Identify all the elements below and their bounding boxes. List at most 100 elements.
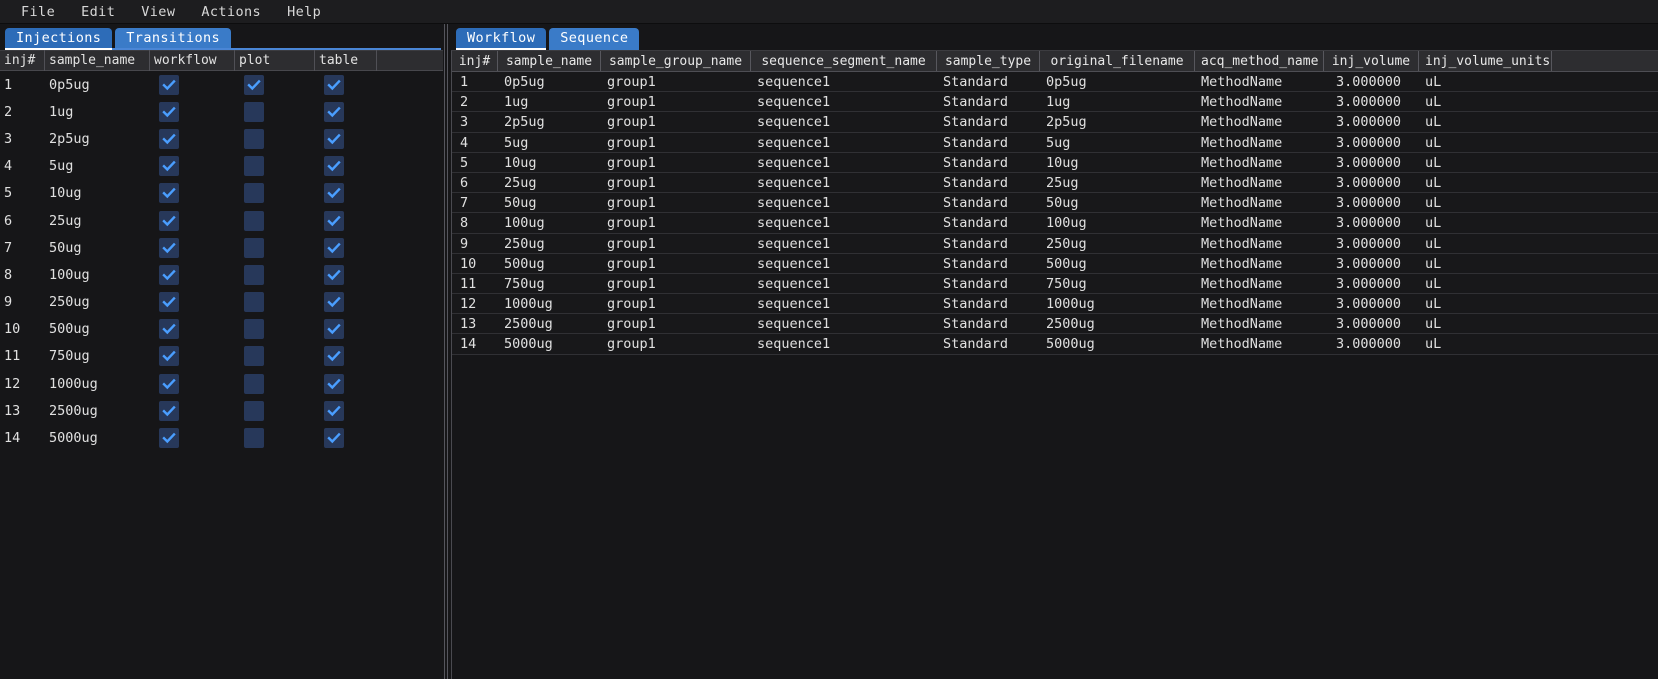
checkbox-table[interactable]: [324, 400, 344, 421]
table-row[interactable]: 8 100ug: [0, 261, 443, 288]
checkbox-plot[interactable]: [244, 264, 264, 285]
checkbox-workflow[interactable]: [159, 101, 179, 122]
checkbox-plot[interactable]: [244, 319, 264, 340]
checkbox-table[interactable]: [324, 346, 344, 367]
tab-sequence[interactable]: Sequence: [549, 28, 640, 50]
table-row[interactable]: 13 2500ug group1 sequence1 Standard 2500ug Met…: [452, 314, 1658, 335]
column-header-table[interactable]: table: [315, 50, 377, 71]
checkbox-table[interactable]: [324, 101, 344, 122]
checkbox-plot[interactable]: [244, 101, 264, 122]
table-row[interactable]: 3 2p5ug group1 sequence1 Standard 2p5ug Method…: [452, 112, 1658, 133]
table-row[interactable]: 7 50ug group1 sequence1 Standard 50ug MethodNa…: [452, 193, 1658, 214]
checkbox-plot[interactable]: [244, 292, 264, 313]
checkbox-table[interactable]: [324, 237, 344, 258]
table-row[interactable]: 4 5ug group1 sequence1 Standard 5ug MethodName…: [452, 132, 1658, 153]
checkbox-plot[interactable]: [244, 128, 264, 149]
table-row[interactable]: 8 100ug group1 sequence1 Standard 100ug Method…: [452, 213, 1658, 234]
table-row[interactable]: 10 500ug group1 sequence1 Standard 500ug Metho…: [452, 253, 1658, 274]
checkbox-workflow[interactable]: [159, 183, 179, 204]
table-row[interactable]: 4 5ug: [0, 153, 443, 180]
column-header-inj-volume-units[interactable]: inj_volume_units: [1419, 51, 1552, 71]
checkbox-table[interactable]: [324, 428, 344, 449]
checkbox-plot[interactable]: [244, 156, 264, 177]
checkbox-table[interactable]: [324, 292, 344, 313]
checkbox-workflow[interactable]: [159, 128, 179, 149]
tab-workflow[interactable]: Workflow: [456, 28, 547, 50]
checkbox-table[interactable]: [324, 128, 344, 149]
table-row[interactable]: 2 1ug: [0, 98, 443, 125]
checkbox-table[interactable]: [324, 183, 344, 204]
column-header-inj-[interactable]: inj#: [452, 51, 498, 71]
checkbox-table[interactable]: [324, 74, 344, 95]
table-row[interactable]: 3 2p5ug: [0, 125, 443, 152]
checkbox-plot[interactable]: [244, 183, 264, 204]
cell-sample-group-name: group1: [607, 154, 656, 171]
checkbox-table[interactable]: [324, 156, 344, 177]
column-header-sample-name[interactable]: sample_name: [45, 50, 150, 71]
table-row[interactable]: 12 1000ug group1 sequence1 Standard 1000ug Met…: [452, 294, 1658, 315]
checkbox-workflow[interactable]: [159, 400, 179, 421]
column-header-acq-method-name[interactable]: acq_method_name: [1195, 51, 1324, 71]
checkbox-plot[interactable]: [244, 400, 264, 421]
column-header-sample-name[interactable]: sample_name: [498, 51, 601, 71]
checkbox-workflow[interactable]: [159, 373, 179, 394]
column-header-inj-volume[interactable]: inj_volume: [1324, 51, 1419, 71]
table-row[interactable]: 7 50ug: [0, 234, 443, 261]
checkbox-workflow[interactable]: [159, 428, 179, 449]
cell-table: [315, 153, 377, 180]
table-row[interactable]: 12 1000ug: [0, 370, 443, 397]
menu-item-help[interactable]: Help: [274, 1, 334, 23]
checkbox-plot[interactable]: [244, 210, 264, 231]
table-row[interactable]: 1 0p5ug: [0, 71, 443, 98]
checkbox-plot[interactable]: [244, 346, 264, 367]
checkbox-plot[interactable]: [244, 237, 264, 258]
column-header-plot[interactable]: plot: [235, 50, 315, 71]
table-row[interactable]: 2 1ug group1 sequence1 Standard 1ug MethodName…: [452, 92, 1658, 113]
table-row[interactable]: 10 500ug: [0, 316, 443, 343]
checkbox-plot[interactable]: [244, 74, 264, 95]
checkbox-plot[interactable]: [244, 373, 264, 394]
table-row[interactable]: 9 250ug group1 sequence1 Standard 250ug Method…: [452, 233, 1658, 254]
column-header-sequence-segment-name[interactable]: sequence_segment_name: [751, 51, 937, 71]
checkbox-table[interactable]: [324, 373, 344, 394]
column-header-inj[interactable]: inj#: [0, 50, 45, 71]
checkbox-workflow[interactable]: [159, 346, 179, 367]
menu-item-actions[interactable]: Actions: [188, 1, 274, 23]
checkbox-workflow[interactable]: [159, 156, 179, 177]
table-row[interactable]: 14 5000ug group1 sequence1 Standard 5000ug Met…: [452, 334, 1658, 355]
column-header-sample-group-name[interactable]: sample_group_name: [601, 51, 751, 71]
table-row[interactable]: 14 5000ug: [0, 424, 443, 451]
table-row[interactable]: 1 0p5ug group1 sequence1 Standard 0p5ug Method…: [452, 72, 1658, 93]
menu-item-view[interactable]: View: [128, 1, 188, 23]
checkbox-workflow[interactable]: [159, 292, 179, 313]
checkbox-workflow[interactable]: [159, 210, 179, 231]
table-row[interactable]: 9 250ug: [0, 289, 443, 316]
checkbox-workflow[interactable]: [159, 319, 179, 340]
checkbox-workflow[interactable]: [159, 264, 179, 285]
cell-inj-volume-units: uL: [1425, 215, 1442, 232]
cell-inj-volume-units: uL: [1425, 134, 1442, 151]
checkbox-workflow[interactable]: [159, 74, 179, 95]
table-row[interactable]: 13 2500ug: [0, 397, 443, 424]
column-header-original-filename[interactable]: original_filename: [1040, 51, 1195, 71]
checkbox-plot[interactable]: [244, 428, 264, 449]
menu-item-file[interactable]: File: [8, 1, 68, 23]
table-row[interactable]: 5 10ug group1 sequence1 Standard 10ug MethodNa…: [452, 152, 1658, 173]
tab-transitions[interactable]: Transitions: [115, 28, 232, 50]
table-row[interactable]: 6 25ug: [0, 207, 443, 234]
checkbox-table[interactable]: [324, 210, 344, 231]
injections-table-header: inj# sample_name workflow plot table: [0, 50, 443, 71]
table-row[interactable]: 6 25ug group1 sequence1 Standard 25ug MethodNa…: [452, 172, 1658, 194]
column-header-sample-type[interactable]: sample_type: [937, 51, 1040, 71]
panel-splitter[interactable]: [443, 24, 451, 679]
table-row[interactable]: 11 750ug: [0, 343, 443, 370]
checkbox-table[interactable]: [324, 319, 344, 340]
tab-injections[interactable]: Injections: [5, 28, 113, 50]
table-row[interactable]: 11 750ug group1 sequence1 Standard 750ug Metho…: [452, 273, 1658, 295]
column-header-workflow[interactable]: workflow: [150, 50, 235, 71]
app-body: Injections Transitions inj# sample_name w…: [0, 24, 1658, 679]
menu-item-edit[interactable]: Edit: [68, 1, 128, 23]
checkbox-table[interactable]: [324, 264, 344, 285]
checkbox-workflow[interactable]: [159, 237, 179, 258]
table-row[interactable]: 5 10ug: [0, 180, 443, 207]
